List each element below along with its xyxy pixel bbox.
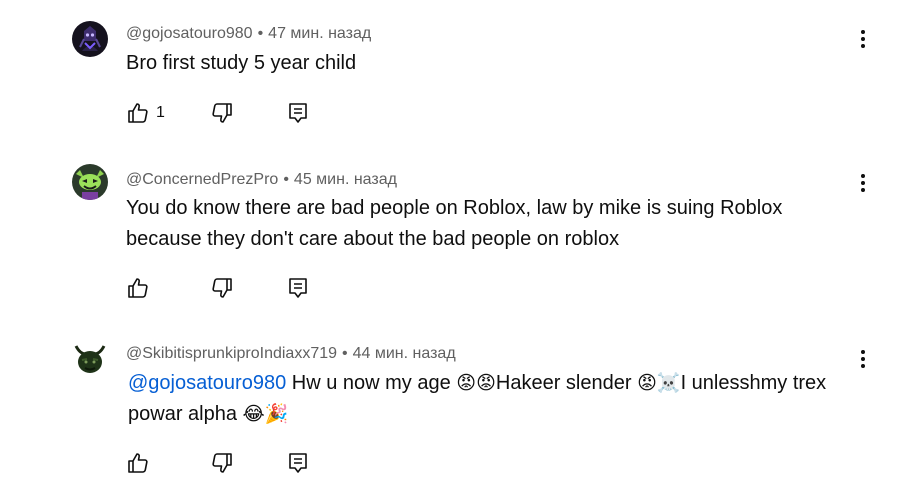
like-button[interactable]	[126, 450, 156, 476]
text-part: Hakeer slender	[495, 372, 638, 394]
dislike-button[interactable]	[210, 450, 234, 476]
dark-character-avatar-icon	[72, 21, 108, 57]
comment-actions: 1	[126, 100, 326, 126]
thumbs-down-icon	[212, 103, 232, 123]
comment-text: Bro first study 5 year child	[126, 52, 357, 74]
reply-icon	[289, 278, 307, 298]
green-creature-avatar-icon	[72, 164, 108, 200]
reply-icon	[289, 453, 307, 473]
dislike-button[interactable]	[210, 275, 234, 301]
comment-actions	[126, 275, 326, 301]
timestamp: 45 мин. назад	[293, 171, 397, 188]
comment-1: @gojosatouro980 • 47 мин. назад Bro first …	[0, 0, 900, 140]
timestamp: 47 мин. назад	[268, 25, 372, 42]
comment-actions	[126, 450, 326, 476]
like-button[interactable]	[126, 275, 156, 301]
thumbs-up-icon	[128, 103, 148, 123]
comment-3: @SkibitisprunkiproIndiaxx719 • 44 мин. наз…	[0, 320, 900, 494]
thumbs-up-icon	[128, 453, 148, 473]
like-button[interactable]: 1	[126, 100, 165, 126]
author-name[interactable]: @ConcernedPrezPro	[126, 171, 278, 188]
reply-button[interactable]	[286, 275, 310, 301]
mention-link[interactable]: @gojosatouro980	[128, 372, 286, 394]
timestamp: 44 мин. назад	[352, 345, 456, 362]
more-options-button[interactable]	[854, 346, 872, 372]
dislike-button[interactable]	[210, 100, 234, 126]
comment-meta: @ConcernedPrezPro • 45 мин. назад	[126, 170, 397, 190]
more-options-button[interactable]	[854, 170, 872, 196]
emoji-angry-skull: 😡☠️	[637, 372, 681, 394]
reply-button[interactable]	[286, 100, 310, 126]
comment-meta: @gojosatouro980 • 47 мин. назад	[126, 24, 371, 44]
comment-text: You do know there are bad people on Robl…	[126, 197, 783, 250]
more-options-button[interactable]	[854, 26, 872, 52]
thumbs-down-icon	[212, 278, 232, 298]
separator: •	[342, 345, 348, 362]
more-icon	[861, 30, 865, 34]
avatar[interactable]	[72, 21, 108, 57]
avatar[interactable]	[72, 340, 108, 376]
like-count: 1	[156, 104, 165, 121]
reply-icon	[289, 103, 307, 123]
comment-2: @ConcernedPrezPro • 45 мин. назад You do k…	[0, 140, 900, 320]
author-name[interactable]: @gojosatouro980	[126, 25, 253, 42]
thumbs-down-icon	[212, 453, 232, 473]
author-name[interactable]: @SkibitisprunkiproIndiaxx719	[126, 345, 337, 362]
more-icon	[861, 350, 865, 354]
avatar[interactable]	[72, 164, 108, 200]
thumbs-up-icon	[128, 278, 148, 298]
comment-meta: @SkibitisprunkiproIndiaxx719 • 44 мин. наз…	[126, 344, 456, 364]
comment-text: @gojosatouro980 Hw u now my age 😡😡Hakeer…	[128, 368, 858, 430]
emoji-laugh-party: 😂🎉	[242, 403, 289, 425]
text-part: Hw u now my age	[286, 372, 457, 394]
separator: •	[257, 25, 264, 42]
horned-creature-avatar-icon	[74, 345, 106, 373]
more-icon	[861, 174, 865, 178]
separator: •	[283, 171, 289, 188]
emoji-angry: 😡😡	[456, 372, 496, 394]
reply-button[interactable]	[286, 450, 310, 476]
